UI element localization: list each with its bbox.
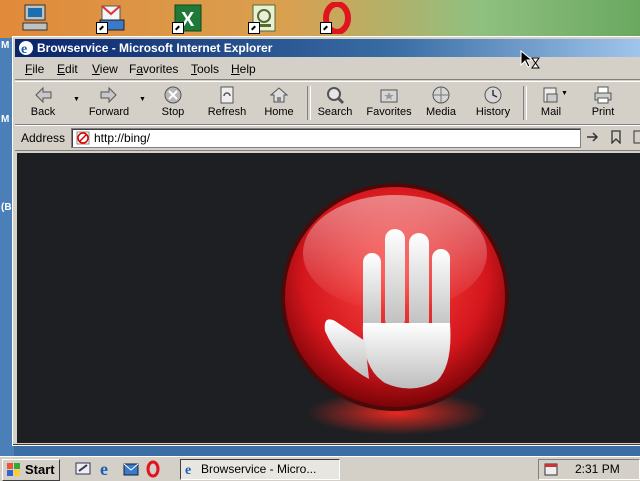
start-label: Start xyxy=(25,462,55,477)
show-desktop-icon[interactable] xyxy=(74,460,92,478)
bookmark-icon[interactable] xyxy=(609,130,623,144)
stop-button[interactable]: Stop xyxy=(145,84,201,122)
start-button[interactable]: Start xyxy=(2,459,60,481)
refresh-button[interactable]: Refresh xyxy=(199,84,255,122)
forward-arrow-icon xyxy=(100,86,117,104)
favorites-label: Favorites xyxy=(366,106,412,118)
forward-button[interactable]: Forward xyxy=(81,84,137,122)
task-title: Browservice - Micro... xyxy=(201,462,317,476)
menu-file[interactable]: File xyxy=(25,62,44,76)
mail-dropdown-icon[interactable]: ▼ xyxy=(561,90,568,97)
back-label: Back xyxy=(30,106,56,118)
menu-view[interactable]: View xyxy=(92,62,118,76)
taskbar-task-browservice[interactable]: e Browservice - Micro... xyxy=(180,459,340,480)
printer-icon xyxy=(594,86,612,104)
page-menu-icon[interactable] xyxy=(633,130,640,144)
search-button[interactable]: Search xyxy=(307,84,363,122)
svg-text:e: e xyxy=(185,463,191,476)
ie-task-icon: e xyxy=(185,463,191,476)
address-input[interactable]: http://bing/ xyxy=(94,131,150,145)
stop-hand-image xyxy=(281,183,509,435)
menu-tools[interactable]: Tools xyxy=(191,62,219,76)
svg-text:e: e xyxy=(21,42,27,56)
shortcut-arrow-icon xyxy=(248,22,260,34)
excel-icon[interactable]: X xyxy=(172,2,204,34)
shortcut-arrow-icon xyxy=(172,22,184,34)
go-arrow-icon[interactable] xyxy=(585,130,601,144)
menu-bar: File Edit View Favorites Tools Help xyxy=(15,59,640,80)
mail-label: Mail xyxy=(540,106,562,118)
refresh-icon xyxy=(220,86,234,104)
desktop-label-1: M xyxy=(1,40,10,51)
document-app-icon[interactable] xyxy=(248,2,280,34)
svg-text:e: e xyxy=(100,460,108,478)
menu-help[interactable]: Help xyxy=(231,62,256,76)
media-label: Media xyxy=(426,106,456,118)
home-label: Home xyxy=(264,106,294,118)
browser-content[interactable] xyxy=(17,153,640,443)
stop-label: Stop xyxy=(161,106,185,118)
refresh-label: Refresh xyxy=(207,106,247,118)
standard-toolbar: Back ▼ Forward ▼ Stop Refresh Home Searc… xyxy=(15,81,640,125)
ie-window: e Browservice - Microsoft Internet Explo… xyxy=(12,36,640,446)
opera-icon[interactable] xyxy=(320,1,352,35)
scheduler-tray-icon[interactable] xyxy=(543,461,559,477)
search-icon xyxy=(327,87,345,105)
menu-favorites[interactable]: Favorites xyxy=(129,62,178,76)
busy-cursor-icon xyxy=(520,50,540,69)
history-clock-icon xyxy=(484,86,502,104)
home-icon xyxy=(269,87,289,103)
media-globe-icon xyxy=(432,86,450,104)
address-field[interactable]: http://bing/ xyxy=(71,128,581,148)
back-arrow-icon xyxy=(35,86,52,104)
clock[interactable]: 2:31 PM xyxy=(575,462,620,476)
taskbar: Start e e Browservice - Micro... 2:31 PM xyxy=(0,456,640,481)
back-button[interactable]: Back xyxy=(15,84,71,122)
mail-icon xyxy=(543,87,558,103)
forward-label: Forward xyxy=(88,106,130,118)
search-label: Search xyxy=(317,106,353,118)
desktop-label-2: M xyxy=(1,114,10,125)
favorites-folder-icon xyxy=(380,89,398,103)
title-bar[interactable]: e Browservice - Microsoft Internet Explo… xyxy=(15,39,640,57)
stop-icon xyxy=(164,86,182,104)
history-label: History xyxy=(475,106,511,118)
mail-printer-desktop-icon[interactable] xyxy=(96,2,128,34)
home-button[interactable]: Home xyxy=(251,84,307,122)
back-dropdown-icon[interactable]: ▼ xyxy=(73,96,80,103)
print-button[interactable]: Print xyxy=(575,84,631,122)
favorites-button[interactable]: Favorites xyxy=(361,84,417,122)
ie-logo-icon: e xyxy=(19,41,33,56)
opera-quicklaunch-icon[interactable] xyxy=(144,460,162,478)
print-label: Print xyxy=(591,106,615,118)
ie-quicklaunch-icon[interactable]: e xyxy=(98,460,116,478)
history-button[interactable]: History xyxy=(465,84,521,122)
window-title: Browservice - Microsoft Internet Explore… xyxy=(37,41,273,55)
windows-logo-icon xyxy=(7,463,20,476)
shortcut-arrow-icon xyxy=(96,22,108,34)
my-computer-icon[interactable] xyxy=(20,2,52,34)
shortcut-arrow-icon xyxy=(320,22,332,34)
outlook-quicklaunch-icon[interactable] xyxy=(122,460,140,478)
address-label: Address xyxy=(21,131,66,145)
mail-button[interactable]: Mail xyxy=(523,84,579,122)
blocked-page-icon xyxy=(76,131,90,145)
menu-edit[interactable]: Edit xyxy=(57,62,78,76)
address-bar: Address http://bing/ xyxy=(15,125,640,151)
system-tray: 2:31 PM xyxy=(538,459,640,480)
desktop-label-3: (B xyxy=(1,202,12,213)
media-button[interactable]: Media xyxy=(413,84,469,122)
